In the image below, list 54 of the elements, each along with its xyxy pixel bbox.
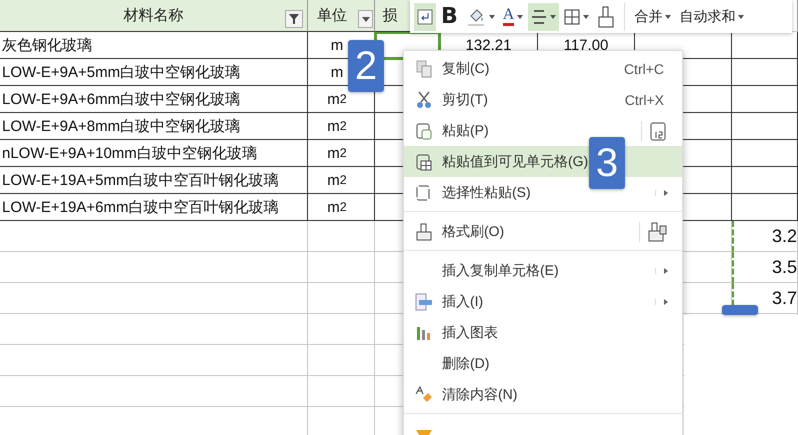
empty-cell <box>732 113 798 140</box>
step-badge: 2 <box>348 40 384 92</box>
toolbar-button[interactable]: 合并 <box>631 2 674 30</box>
table-cell: LOW-E+9A+8mm白玻中空钢化玻璃 <box>0 113 308 140</box>
table-cell: LOW-E+9A+5mm白玻中空钢化玻璃 <box>0 59 308 86</box>
funnel-icon <box>289 14 299 24</box>
align-button[interactable] <box>528 2 560 30</box>
filter-button[interactable] <box>285 10 303 28</box>
wrap-text-button[interactable] <box>414 2 436 30</box>
toolbar-button[interactable]: 自动求和 <box>676 2 748 30</box>
font-color-button[interactable]: A <box>500 2 526 30</box>
empty-cell <box>732 167 798 194</box>
insert-row-icon <box>415 292 433 310</box>
table-cell: 3.5 <box>732 252 798 283</box>
bar-chart-icon <box>416 324 432 340</box>
table-cell: nLOW-E+9A+10mm白玻中空钢化玻璃 <box>0 140 308 167</box>
dropdown-button[interactable] <box>358 10 373 28</box>
bold-button[interactable]: B <box>438 2 461 30</box>
fill-color-icon <box>466 6 486 26</box>
empty-cell <box>732 194 798 221</box>
caret-icon <box>362 16 370 22</box>
menu-item[interactable]: 格式刷(O) <box>404 216 682 247</box>
menu-item[interactable]: 插入图表 <box>404 317 682 348</box>
menu-item[interactable]: 剪切(T) Ctrl+X <box>404 84 682 115</box>
menu-item[interactable]: 删除(D) <box>404 348 682 379</box>
empty-cell <box>732 59 798 86</box>
table-cell: 灰色钢化玻璃 <box>0 32 308 59</box>
paste-values-icon <box>650 120 668 140</box>
clipboard-icon <box>416 122 432 140</box>
table-cell: 3.2 <box>732 221 798 252</box>
eraser-icon <box>415 386 433 404</box>
wrap-text-icon <box>417 8 433 24</box>
table-cell: LOW-E+9A+6mm白玻中空钢化玻璃 <box>0 86 308 113</box>
column-header-label: 单位 <box>317 6 347 25</box>
format-brush-icon <box>416 222 432 240</box>
table-cell: LOW-E+19A+6mm白玻中空百叶钢化玻璃 <box>0 194 308 221</box>
table-cell: LOW-E+19A+5mm白玻中空百叶钢化玻璃 <box>0 167 308 194</box>
clipboard-grid-icon <box>416 152 432 170</box>
menu-item[interactable]: 清除内容(N) <box>404 379 682 410</box>
format-brush-icon <box>648 222 668 242</box>
column-header-label: 材料名称 <box>124 6 184 25</box>
border-icon <box>564 8 580 24</box>
empty-cell <box>732 140 798 167</box>
scissors-icon <box>416 90 432 108</box>
align-center-icon <box>531 10 548 24</box>
menu-item[interactable]: 插入复制单元格(E) <box>404 255 682 286</box>
step-badge: 3 <box>589 137 625 189</box>
step-badge <box>722 305 758 315</box>
format-brush-icon <box>597 6 616 28</box>
empty-cell <box>732 86 798 113</box>
column-header-label: 损 <box>382 6 398 25</box>
clipboard-icon <box>416 184 432 202</box>
copy-icon <box>416 60 432 78</box>
menu-item[interactable]: 插入(I) <box>404 286 682 317</box>
